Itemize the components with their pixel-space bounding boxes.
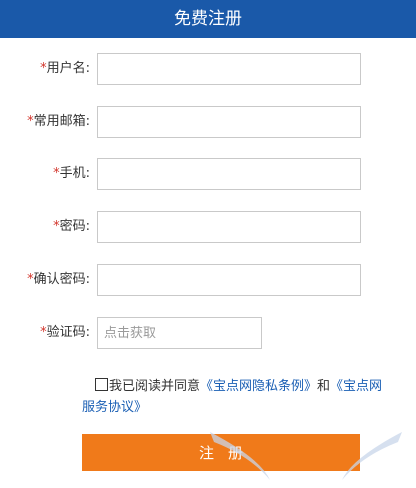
phone-label: *手机: (53, 166, 90, 181)
email-label: *常用邮箱: (27, 114, 90, 129)
username-row: *用户名: (0, 53, 416, 85)
agreement-text: 我已阅读并同意 (109, 379, 201, 394)
confirm-password-row: *确认密码: (0, 264, 416, 296)
page-header: 免费注册 (0, 0, 416, 38)
phone-input[interactable] (97, 158, 361, 190)
captcha-row: *验证码: (0, 317, 416, 349)
agree-checkbox[interactable] (95, 378, 108, 391)
agreement-conjunction: 和 (317, 379, 331, 394)
email-input[interactable] (97, 106, 361, 138)
password-row: *密码: (0, 211, 416, 243)
privacy-policy-link[interactable]: 《宝点网隐私条例》 (200, 379, 317, 394)
password-label: *密码: (53, 219, 90, 234)
password-input[interactable] (97, 211, 361, 243)
register-button[interactable]: 注册 (82, 434, 360, 471)
agreement-line: 我已阅读并同意《宝点网隐私条例》和《宝点网服务协议》 (82, 376, 392, 418)
page-title: 免费注册 (174, 9, 242, 29)
captcha-input[interactable] (97, 317, 262, 349)
username-input[interactable] (97, 53, 361, 85)
email-row: *常用邮箱: (0, 106, 416, 138)
phone-row: *手机: (0, 158, 416, 190)
captcha-label: *验证码: (40, 325, 90, 340)
confirm-password-input[interactable] (97, 264, 361, 296)
confirm-password-label: *确认密码: (27, 272, 90, 287)
username-label: *用户名: (40, 61, 90, 76)
